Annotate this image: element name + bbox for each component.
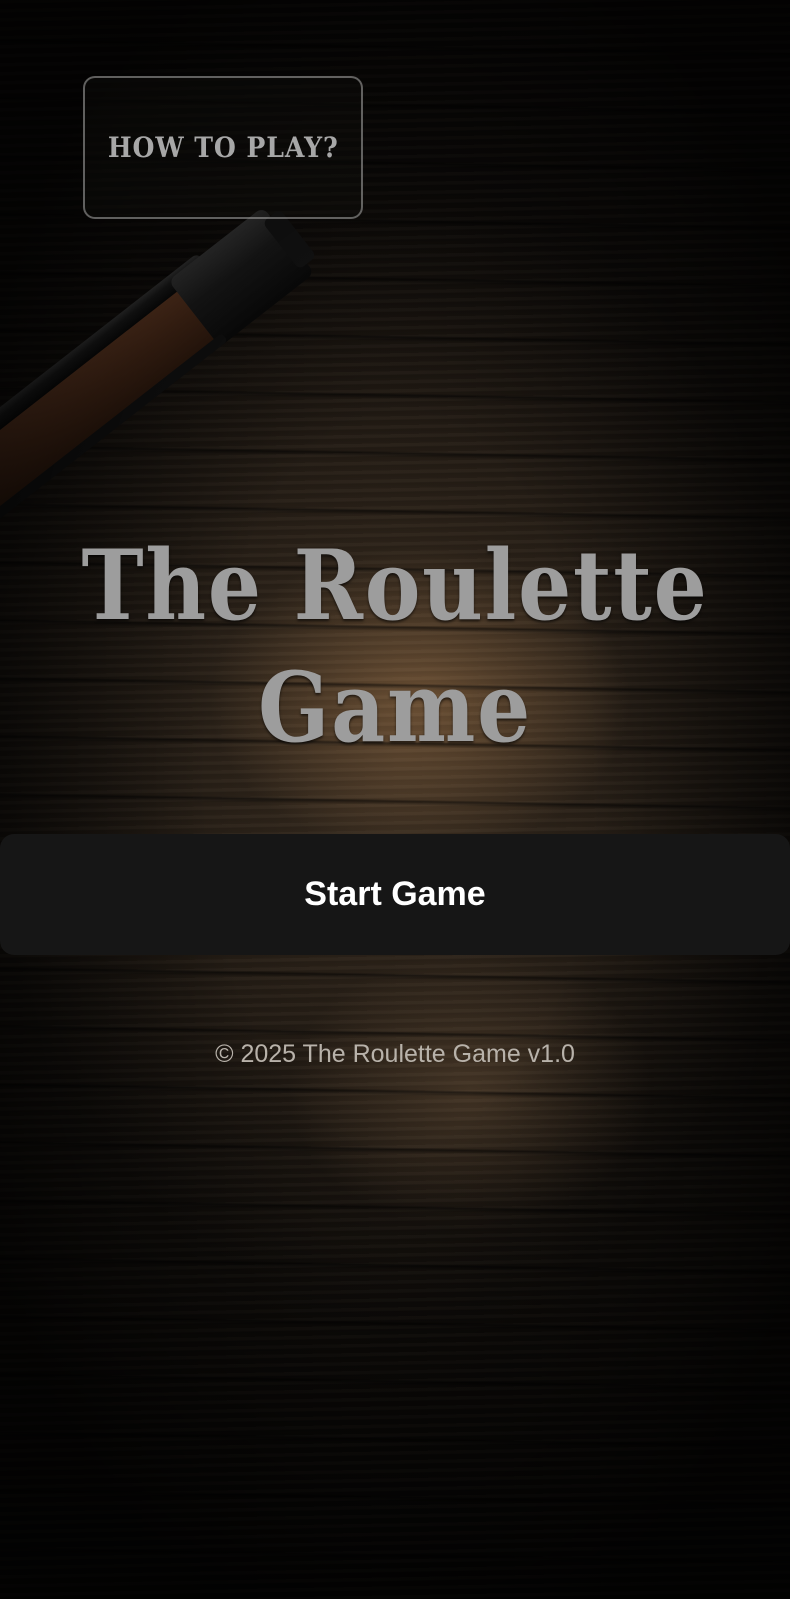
how-to-play-button[interactable]: HOW TO PLAY? bbox=[83, 76, 363, 219]
vignette-overlay bbox=[0, 0, 790, 1599]
wood-table-background bbox=[0, 0, 790, 1599]
game-title: The Roulette Game bbox=[0, 525, 790, 769]
game-title-line-1: The Roulette bbox=[81, 529, 709, 642]
start-game-label: Start Game bbox=[304, 875, 486, 913]
shotgun-illustration bbox=[0, 210, 315, 524]
copyright-footer: © 2025 The Roulette Game v1.0 bbox=[215, 1040, 575, 1068]
how-to-play-label: HOW TO PLAY? bbox=[107, 131, 339, 164]
game-title-line-2: Game bbox=[258, 651, 532, 764]
main-menu-screen: HOW TO PLAY? The Roulette Game Start Gam… bbox=[0, 0, 790, 1599]
start-game-button[interactable]: Start Game bbox=[0, 834, 790, 955]
